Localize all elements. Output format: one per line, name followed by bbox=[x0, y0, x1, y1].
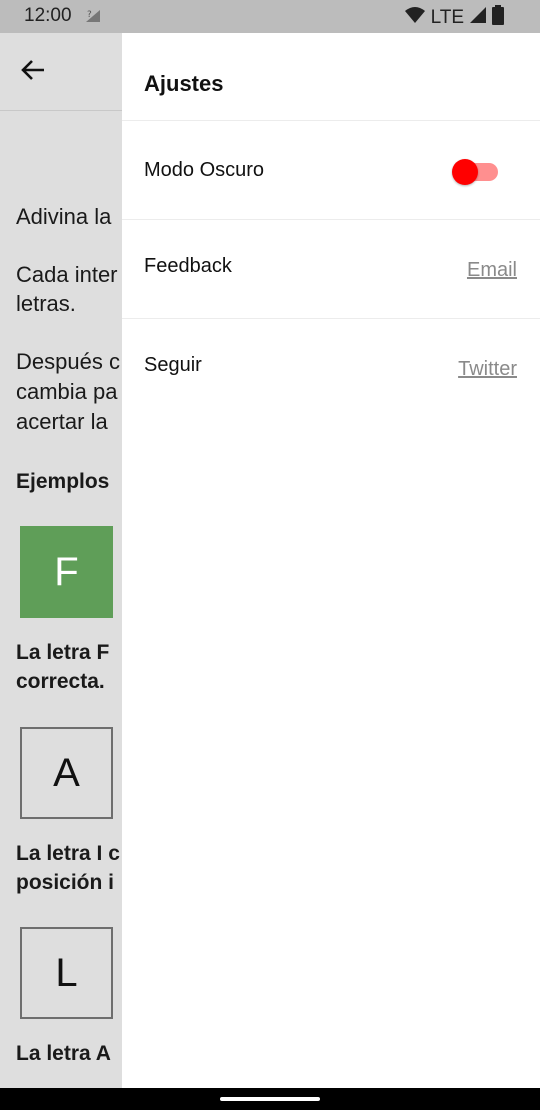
no-signal-icon: ? bbox=[84, 8, 102, 28]
email-link[interactable]: Email bbox=[467, 259, 517, 282]
network-type: LTE bbox=[430, 7, 464, 28]
status-icons: LTE bbox=[404, 5, 504, 31]
example-caption: correcta. bbox=[16, 670, 105, 693]
example-caption: posición i bbox=[16, 871, 115, 894]
examples-heading: Ejemplos bbox=[16, 470, 110, 493]
instruction-line: cambia pa bbox=[16, 379, 118, 404]
example-caption: La letra A bbox=[16, 1042, 111, 1065]
follow-label: Seguir bbox=[144, 354, 202, 376]
home-gesture-handle[interactable] bbox=[220, 1097, 320, 1101]
instruction-line: Adivina la bbox=[16, 204, 112, 229]
instruction-line: acertar la bbox=[16, 409, 108, 434]
instruction-line: Cada inter bbox=[16, 262, 118, 287]
example-tile-correct: F bbox=[20, 526, 113, 618]
example-caption: La letra I c bbox=[16, 842, 120, 865]
example-tile: L bbox=[20, 927, 113, 1019]
svg-text:?: ? bbox=[87, 10, 92, 20]
dark-mode-row[interactable]: Modo Oscuro bbox=[122, 120, 540, 219]
feedback-label: Feedback bbox=[144, 255, 232, 277]
instruction-line: letras. bbox=[16, 291, 76, 316]
navigation-bar bbox=[0, 1088, 540, 1110]
dark-mode-label: Modo Oscuro bbox=[144, 159, 265, 181]
instructions-page: Adivina la Cada inter letras. Después c … bbox=[0, 33, 122, 1088]
instruction-line: Después c bbox=[16, 349, 120, 374]
cell-signal-icon bbox=[469, 6, 487, 30]
toggle-thumb bbox=[452, 159, 478, 185]
wifi-icon bbox=[404, 6, 426, 30]
drawer-title: Ajustes bbox=[144, 71, 224, 96]
example-caption: La letra F bbox=[16, 641, 110, 664]
feedback-row: Feedback Email bbox=[122, 219, 540, 318]
example-tile: A bbox=[20, 727, 113, 819]
status-bar: 12:00 ? LTE bbox=[0, 0, 540, 33]
status-time: 12:00 bbox=[24, 5, 72, 26]
battery-icon bbox=[492, 5, 504, 31]
app-bar bbox=[0, 33, 122, 111]
settings-drawer: Ajustes Modo Oscuro Feedback Email Segui… bbox=[122, 33, 540, 1088]
back-arrow-icon[interactable] bbox=[18, 55, 48, 85]
twitter-link[interactable]: Twitter bbox=[458, 358, 517, 381]
follow-row: Seguir Twitter bbox=[122, 318, 540, 417]
dark-mode-toggle[interactable] bbox=[452, 159, 500, 185]
